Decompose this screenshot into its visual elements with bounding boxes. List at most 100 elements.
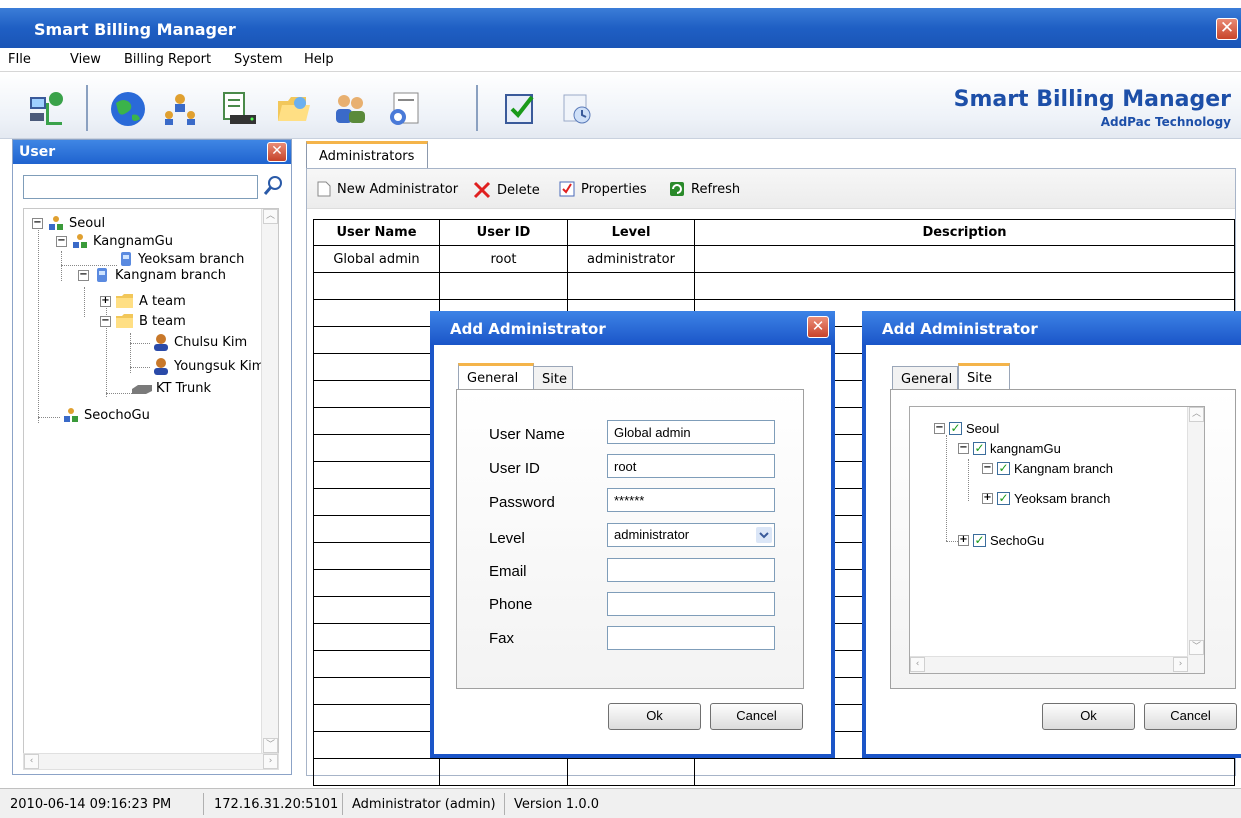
menu-file[interactable]: FIle <box>8 52 31 67</box>
tree-node-a-team[interactable]: + A team <box>100 293 186 309</box>
tab-general[interactable]: General <box>458 363 534 389</box>
tree-node-b-team[interactable]: − B team <box>100 313 186 329</box>
column-level[interactable]: Level <box>567 219 695 246</box>
site-tree-horizontal-scrollbar[interactable]: ‹ › <box>910 656 1188 673</box>
cancel-button[interactable]: Cancel <box>1144 703 1237 730</box>
tab-administrators[interactable]: Administrators <box>306 141 428 169</box>
tree-node-seochogu[interactable]: SeochoGu <box>62 407 150 423</box>
ok-button[interactable]: Ok <box>1042 703 1135 730</box>
user-id-input[interactable] <box>607 454 775 478</box>
globe-icon[interactable] <box>108 89 148 129</box>
scroll-left-button[interactable]: ‹ <box>910 657 925 672</box>
toolbar: Smart Billing Manager AddPac Technology <box>0 73 1241 139</box>
site-node-yeoksam-branch[interactable]: + ✓ Yeoksam branch <box>982 491 1110 506</box>
cancel-button[interactable]: Cancel <box>710 703 803 730</box>
user-name-input[interactable] <box>607 420 775 444</box>
site-node-kangnam-branch[interactable]: − ✓ Kangnam branch <box>982 461 1113 476</box>
level-select[interactable]: administrator <box>607 523 775 547</box>
table-row[interactable] <box>313 272 1235 300</box>
cell-level: administrator <box>567 245 695 273</box>
window-close-button[interactable]: ✕ <box>1216 18 1238 40</box>
report-icon[interactable] <box>556 89 596 129</box>
device-icon[interactable] <box>218 89 258 129</box>
scroll-up-button[interactable]: ︿ <box>263 209 278 224</box>
new-document-icon <box>317 181 331 197</box>
users-network-icon[interactable] <box>160 89 200 129</box>
tab-site[interactable]: Site <box>958 363 1010 389</box>
password-input[interactable] <box>607 488 775 512</box>
user-tree[interactable]: − Seoul − KangnamGu Yeoksam branch − Kan… <box>23 208 279 754</box>
chevron-down-icon[interactable] <box>756 527 772 543</box>
phone-input[interactable] <box>607 592 775 616</box>
expand-icon[interactable]: + <box>100 295 111 307</box>
tree-line <box>84 287 85 317</box>
collapse-icon[interactable]: − <box>78 269 89 281</box>
tree-node-kangnam-branch[interactable]: − Kangnam branch <box>78 267 226 283</box>
expand-icon[interactable]: + <box>958 535 969 546</box>
refresh-button[interactable]: Refresh <box>669 181 740 197</box>
collapse-icon[interactable]: − <box>934 423 945 434</box>
fax-input[interactable] <box>607 626 775 650</box>
tree-vertical-scrollbar[interactable]: ︿ ﹀ <box>261 209 278 753</box>
tree-horizontal-scrollbar[interactable]: ‹ › <box>23 753 279 770</box>
tree-line <box>38 417 60 418</box>
menu-billing-report[interactable]: Billing Report <box>124 52 211 67</box>
site-tree[interactable]: − ✓ Seoul − ✓ kangnamGu − ✓ Kangnam bran… <box>909 406 1205 674</box>
new-administrator-button[interactable]: New Administrator <box>317 181 458 197</box>
network-icon[interactable] <box>26 89 66 129</box>
scroll-down-button[interactable]: ﹀ <box>263 738 278 753</box>
scroll-left-button[interactable]: ‹ <box>24 754 39 769</box>
dialog-title: Add Administrator ✕ <box>430 311 835 345</box>
email-input[interactable] <box>607 558 775 582</box>
tree-node-seoul[interactable]: − Seoul <box>32 215 105 231</box>
column-user-id[interactable]: User ID <box>439 219 568 246</box>
table-row[interactable]: Global admin root administrator <box>313 245 1235 273</box>
menu-view[interactable]: View <box>70 52 101 67</box>
branch-icon <box>97 268 107 282</box>
column-user-name[interactable]: User Name <box>313 219 440 246</box>
scroll-right-button[interactable]: › <box>1173 657 1188 672</box>
users-icon[interactable] <box>330 89 370 129</box>
ok-button[interactable]: Ok <box>608 703 701 730</box>
checkbox-checked-icon[interactable]: ✓ <box>997 492 1010 505</box>
column-description[interactable]: Description <box>694 219 1235 246</box>
expand-icon[interactable]: + <box>982 493 993 504</box>
collapse-icon[interactable]: − <box>958 443 969 454</box>
table-row[interactable] <box>313 758 1235 786</box>
checkbox-checked-icon[interactable]: ✓ <box>997 462 1010 475</box>
tree-node-youngsuk-kim[interactable]: Youngsuk Kim <box>152 357 264 375</box>
scroll-down-button[interactable]: ﹀ <box>1189 640 1204 655</box>
status-separator <box>203 793 204 815</box>
folder-icon[interactable] <box>274 89 314 129</box>
scroll-up-button[interactable]: ︿ <box>1189 407 1204 422</box>
checkbox-checked-icon[interactable]: ✓ <box>949 422 962 435</box>
properties-button[interactable]: Properties <box>559 181 647 197</box>
site-tree-vertical-scrollbar[interactable]: ︿ ﹀ <box>1187 407 1204 673</box>
delete-button[interactable]: Delete <box>473 181 540 199</box>
branch-icon <box>121 252 131 266</box>
collapse-icon[interactable]: − <box>100 315 111 327</box>
checkbox-checked-icon[interactable]: ✓ <box>973 442 986 455</box>
checkbox-checked-icon[interactable]: ✓ <box>973 534 986 547</box>
tree-node-kangnamgu[interactable]: − KangnamGu <box>56 233 173 249</box>
search-icon[interactable] <box>262 175 284 197</box>
site-node-seoul[interactable]: − ✓ Seoul <box>934 421 999 436</box>
menu-help[interactable]: Help <box>304 52 334 67</box>
collapse-icon[interactable]: − <box>982 463 993 474</box>
checklist-icon[interactable] <box>500 89 540 129</box>
menu-system[interactable]: System <box>234 52 282 67</box>
user-search-input[interactable] <box>23 175 258 199</box>
dialog-close-button[interactable]: ✕ <box>807 316 829 338</box>
tree-node-chulsu-kim[interactable]: Chulsu Kim <box>152 333 247 351</box>
user-panel-close-button[interactable]: ✕ <box>267 142 287 162</box>
collapse-icon[interactable]: − <box>32 217 43 229</box>
collapse-icon[interactable]: − <box>56 235 67 247</box>
site-node-kangnamgu[interactable]: − ✓ kangnamGu <box>958 441 1061 456</box>
dialog-title: Add Administrator <box>862 311 1241 345</box>
user-card-icon[interactable] <box>384 89 424 129</box>
tree-node-yeoksam-branch[interactable]: Yeoksam branch <box>118 251 244 267</box>
general-panel: User Name User ID Password Level adminis… <box>456 389 804 689</box>
tree-node-kt-trunk[interactable]: KT Trunk <box>130 381 211 396</box>
scroll-right-button[interactable]: › <box>263 754 278 769</box>
site-node-sechogu[interactable]: + ✓ SechoGu <box>958 533 1044 548</box>
